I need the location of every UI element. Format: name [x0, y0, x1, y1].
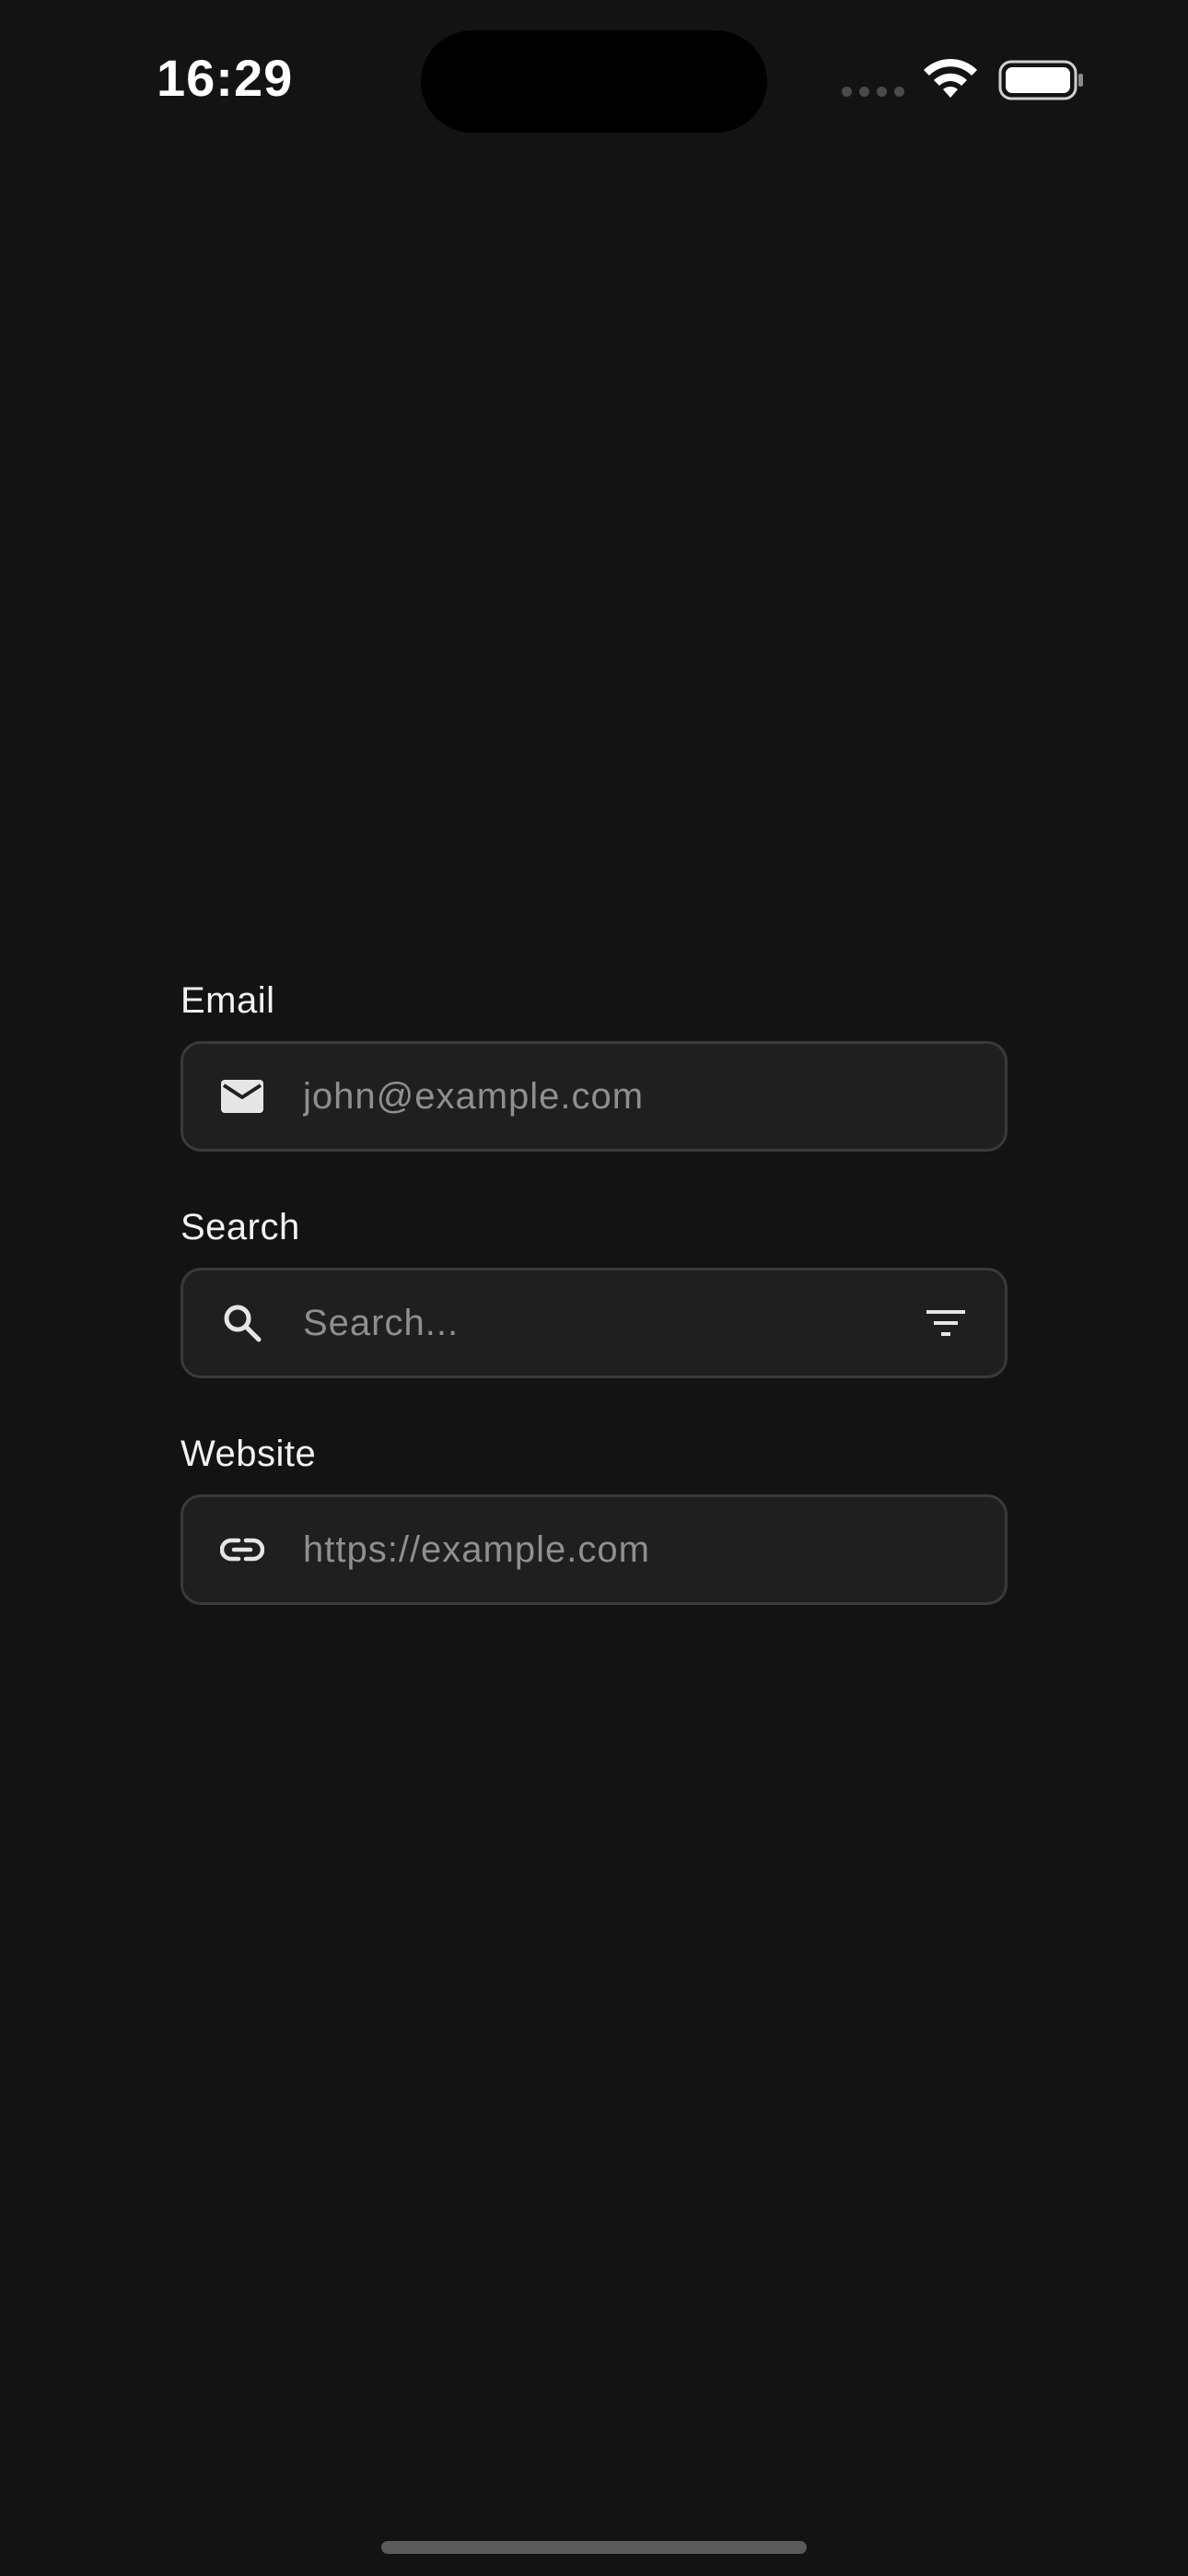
- website-input[interactable]: [303, 1522, 1005, 1577]
- website-group: Website: [181, 1428, 1007, 1605]
- wifi-icon: [924, 58, 977, 98]
- website-label: Website: [181, 1434, 317, 1474]
- search-group: Search: [181, 1201, 1007, 1378]
- search-input[interactable]: [303, 1295, 905, 1351]
- dynamic-island: [421, 30, 767, 133]
- home-indicator[interactable]: [381, 2541, 807, 2554]
- search-icon: [220, 1301, 264, 1345]
- website-field[interactable]: [181, 1494, 1007, 1605]
- signal-icon: [842, 87, 904, 98]
- email-input[interactable]: [303, 1069, 1005, 1124]
- battery-icon: [998, 60, 1083, 100]
- search-label: Search: [181, 1207, 300, 1247]
- email-field[interactable]: [181, 1041, 1007, 1152]
- email-group: Email: [181, 975, 1007, 1152]
- email-label: Email: [181, 980, 275, 1021]
- link-icon: [220, 1528, 264, 1572]
- status-time: 16:29: [157, 49, 294, 107]
- filter-icon[interactable]: [924, 1301, 968, 1345]
- search-field[interactable]: [181, 1268, 1007, 1378]
- input-form: Email Search: [181, 975, 1007, 1655]
- mail-icon: [220, 1074, 264, 1118]
